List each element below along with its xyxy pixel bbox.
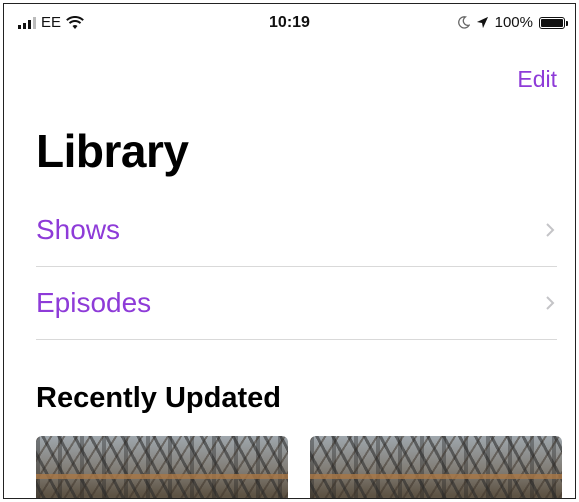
battery-icon <box>539 16 568 29</box>
moon-icon <box>457 16 470 29</box>
phone-screen: EE 10:19 100% Edit Library Shows Episode… <box>3 3 576 499</box>
section-title-recently-updated: Recently Updated <box>36 382 281 414</box>
status-bar: EE 10:19 100% <box>4 4 575 40</box>
podcast-artwork[interactable] <box>310 436 562 498</box>
location-arrow-icon <box>476 16 488 29</box>
chevron-right-icon <box>546 223 555 237</box>
status-right: 100% <box>457 14 568 31</box>
edit-button[interactable]: Edit <box>517 66 557 93</box>
library-list: Shows Episodes <box>36 194 557 340</box>
battery-percent: 100% <box>494 14 533 31</box>
list-item-episodes[interactable]: Episodes <box>36 267 557 340</box>
podcast-artwork[interactable] <box>36 436 288 498</box>
list-item-label: Episodes <box>36 287 152 318</box>
page-title: Library <box>36 125 189 177</box>
chevron-right-icon <box>546 296 555 310</box>
list-item-label: Shows <box>36 214 121 245</box>
list-item-shows[interactable]: Shows <box>36 194 557 267</box>
